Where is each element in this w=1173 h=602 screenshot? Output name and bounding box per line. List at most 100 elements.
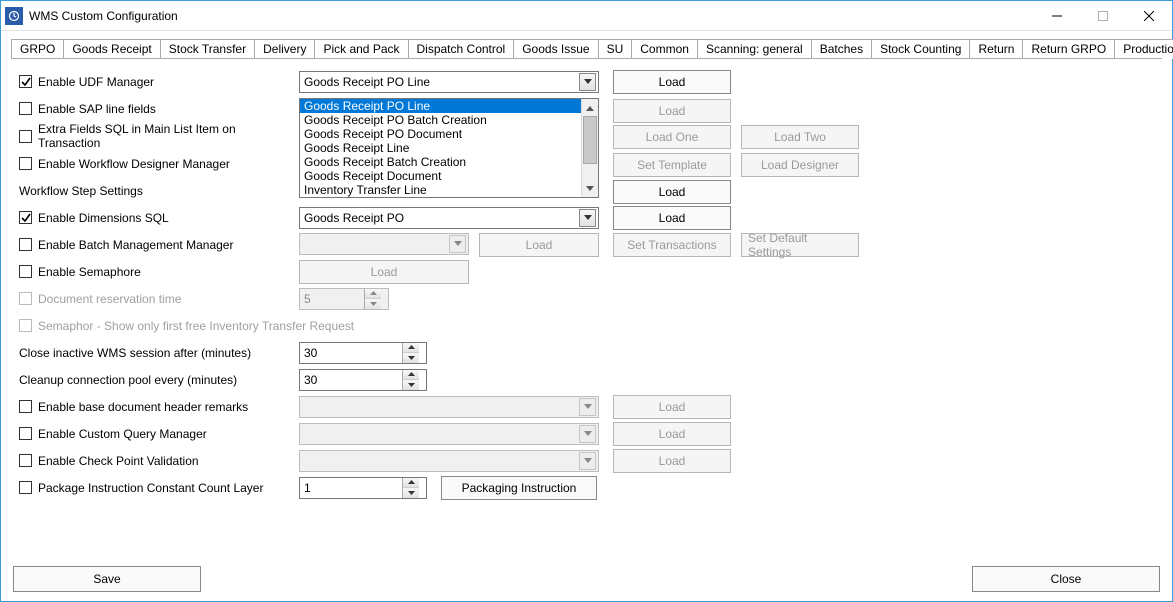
tab-goods-receipt[interactable]: Goods Receipt [63,39,160,59]
enable-semaphore-label: Enable Semaphore [38,265,141,279]
list-item[interactable]: Goods Receipt Document [300,169,581,183]
scroll-thumb[interactable] [583,116,597,164]
enable-workflow-label: Enable Workflow Designer Manager [38,157,230,171]
list-item[interactable]: Goods Receipt Line [300,141,581,155]
extra-fields-label: Extra Fields SQL in Main List Item on Tr… [38,122,299,150]
save-button[interactable]: Save [13,566,201,592]
checkpoint-load-button[interactable]: Load [613,449,731,473]
app-icon [5,7,23,25]
set-template-button[interactable]: Set Template [613,153,731,177]
spinner-up-icon[interactable] [403,478,419,489]
chevron-down-icon[interactable] [579,452,596,470]
extra-fields-checkbox[interactable] [19,130,32,143]
cleanup-pool-spinner[interactable] [299,369,427,391]
title-bar: WMS Custom Configuration [1,1,1172,31]
chevron-down-icon[interactable] [579,73,596,91]
close-inactive-spinner[interactable] [299,342,427,364]
enable-checkpoint-checkbox[interactable] [19,454,32,467]
tab-delivery[interactable]: Delivery [254,39,315,59]
set-default-settings-button[interactable]: Set Default Settings [741,233,859,257]
enable-custom-query-label: Enable Custom Query Manager [38,427,207,441]
spinner-up-icon[interactable] [403,370,419,381]
scroll-up-button[interactable] [582,99,598,116]
enable-workflow-checkbox[interactable] [19,157,32,170]
tab-stock-transfer[interactable]: Stock Transfer [160,39,255,59]
tab-production[interactable]: Production [1114,39,1173,59]
dimensions-load-button[interactable]: Load [613,206,731,230]
load-one-button[interactable]: Load One [613,125,731,149]
scroll-down-button[interactable] [582,180,598,197]
spinner-down-icon[interactable] [403,353,419,363]
list-item[interactable]: Goods Receipt PO Line [300,99,581,113]
listbox-scrollbar[interactable] [581,99,598,197]
spinner-down-icon[interactable] [403,488,419,498]
spinner-up-icon[interactable] [403,343,419,354]
chevron-down-icon[interactable] [579,398,596,416]
custom-query-load-button[interactable]: Load [613,422,731,446]
enable-base-doc-label: Enable base document header remarks [38,400,248,414]
semaphor-show-label: Semaphor - Show only first free Inventor… [38,319,354,333]
tab-return[interactable]: Return [969,39,1023,59]
list-item[interactable]: Inventory Transfer Document [300,197,581,198]
tab-su[interactable]: SU [598,39,633,59]
batch-combo[interactable] [299,233,469,255]
tab-goods-issue[interactable]: Goods Issue [513,39,598,59]
package-layer-spinner[interactable] [299,477,427,499]
close-button[interactable]: Close [972,566,1160,592]
checkpoint-combo[interactable] [299,450,599,472]
load-two-button[interactable]: Load Two [741,125,859,149]
manager-tab-content: Enable UDF Manager Goods Receipt PO Line… [1,60,1172,501]
list-item[interactable]: Goods Receipt PO Batch Creation [300,113,581,127]
minimize-button[interactable] [1034,1,1080,31]
tab-grpo[interactable]: GRPO [11,39,64,59]
workflow-load-button[interactable]: Load [613,180,731,204]
tab-bar: GRPOGoods ReceiptStock TransferDeliveryP… [1,31,1172,59]
enable-checkpoint-label: Enable Check Point Validation [38,454,199,468]
workflow-step-label: Workflow Step Settings [19,184,143,198]
udf-load-button[interactable]: Load [613,70,731,94]
list-item[interactable]: Goods Receipt Batch Creation [300,155,581,169]
dimensions-combo[interactable]: Goods Receipt PO [299,207,599,229]
packaging-instruction-button[interactable]: Packaging Instruction [441,476,597,500]
tab-return-grpo[interactable]: Return GRPO [1022,39,1115,59]
enable-custom-query-checkbox[interactable] [19,427,32,440]
sap-listbox[interactable]: Goods Receipt PO LineGoods Receipt PO Ba… [299,98,599,198]
tab-batches[interactable]: Batches [811,39,872,59]
chevron-down-icon[interactable] [449,235,466,253]
cleanup-pool-label: Cleanup connection pool every (minutes) [19,373,237,387]
tab-pick-and-pack[interactable]: Pick and Pack [314,39,408,59]
window-title: WMS Custom Configuration [29,9,178,23]
spinner-down-icon[interactable] [403,380,419,390]
base-doc-load-button[interactable]: Load [613,395,731,419]
enable-sap-label: Enable SAP line fields [38,102,156,116]
enable-batch-checkbox[interactable] [19,238,32,251]
enable-udf-checkbox[interactable] [19,75,32,88]
base-doc-combo[interactable] [299,396,599,418]
maximize-button[interactable] [1080,1,1126,31]
set-transactions-button[interactable]: Set Transactions [613,233,731,257]
enable-dimensions-checkbox[interactable] [19,211,32,224]
chevron-down-icon[interactable] [579,425,596,443]
enable-base-doc-checkbox[interactable] [19,400,32,413]
udf-combo[interactable]: Goods Receipt PO Line [299,71,599,93]
enable-sap-checkbox[interactable] [19,102,32,115]
spinner-up-icon [365,289,381,300]
list-item[interactable]: Inventory Transfer Line [300,183,581,197]
close-window-button[interactable] [1126,1,1172,31]
tab-stock-counting[interactable]: Stock Counting [871,39,970,59]
tab-dispatch-control[interactable]: Dispatch Control [408,39,515,59]
tab-common[interactable]: Common [631,39,698,59]
load-designer-button[interactable]: Load Designer [741,153,859,177]
app-window: WMS Custom Configuration GRPOGoods Recei… [0,0,1173,602]
custom-query-combo[interactable] [299,423,599,445]
chevron-down-icon[interactable] [579,209,596,227]
package-instruction-checkbox[interactable] [19,481,32,494]
doc-reservation-checkbox [19,292,32,305]
tab-scanning-general[interactable]: Scanning: general [697,39,812,59]
enable-semaphore-checkbox[interactable] [19,265,32,278]
batch-load-button[interactable]: Load [479,233,599,257]
semaphore-load-button[interactable]: Load [299,260,469,284]
sap-load-button[interactable]: Load [613,99,731,123]
spinner-down-icon [365,299,381,309]
list-item[interactable]: Goods Receipt PO Document [300,127,581,141]
